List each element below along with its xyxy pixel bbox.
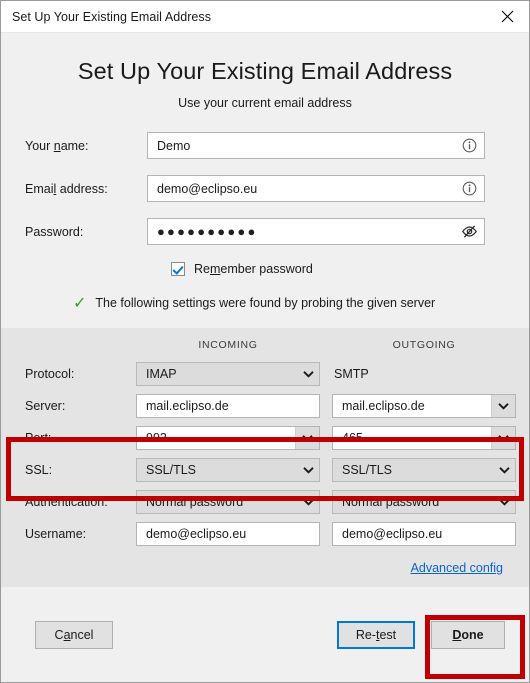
username-outgoing-input[interactable]: demo@eclipso.eu (332, 522, 516, 546)
ssl-incoming-select[interactable]: SSL/TLS (136, 458, 320, 482)
incoming-column-header: INCOMING (198, 339, 258, 351)
page-title: Set Up Your Existing Email Address (77, 58, 453, 84)
protocol-incoming-value: IMAP (146, 367, 177, 381)
your-name-row: Your name: Demo (1, 132, 529, 159)
authentication-outgoing-value: Normal password (342, 495, 440, 509)
chevron-down-icon (297, 370, 319, 378)
server-incoming-value: mail.eclipso.de (146, 399, 229, 413)
settings-column-headers: INCOMING OUTGOING (1, 335, 529, 355)
protocol-outgoing-value: SMTP (334, 367, 369, 381)
probe-status-text: The following settings were found by pro… (95, 296, 436, 310)
server-row: Server: mail.eclipso.de mail.eclipso.de (1, 393, 529, 419)
remember-password-label: Remember password (194, 262, 313, 276)
email-address-row: Email address: demo@eclipso.eu (1, 175, 529, 202)
port-outgoing-value: 465 (342, 431, 363, 445)
email-address-label: Email address: (25, 181, 108, 196)
server-label: Server: (25, 399, 66, 413)
password-label: Password: (25, 224, 84, 239)
port-label: Port: (25, 431, 52, 445)
server-incoming-cell: mail.eclipso.de (136, 394, 320, 418)
done-button[interactable]: Done (431, 620, 505, 649)
server-settings-panel: INCOMING OUTGOING Protocol: IMAP SMTP Se… (1, 328, 529, 587)
password-input[interactable]: ●●●●●●●●●● (147, 218, 485, 245)
username-incoming-cell: demo@eclipso.eu (136, 522, 320, 546)
remember-password-checkbox[interactable] (171, 262, 185, 276)
email-address-value: demo@eclipso.eu (157, 181, 258, 196)
authentication-incoming-cell: Normal password (136, 490, 320, 514)
authentication-label: Authentication: (25, 495, 108, 509)
ssl-row: SSL: SSL/TLS SSL/TLS (1, 457, 529, 483)
authentication-outgoing-select[interactable]: Normal password (332, 490, 516, 514)
authentication-incoming-value: Normal password (146, 495, 244, 509)
chevron-down-icon[interactable] (491, 427, 515, 449)
server-outgoing-combobox[interactable]: mail.eclipso.de (332, 394, 516, 418)
ssl-incoming-value: SSL/TLS (146, 463, 197, 477)
password-row: Password: ●●●●●●●●●● (1, 218, 529, 245)
remember-password-row[interactable]: Remember password (1, 259, 529, 279)
email-setup-dialog: Set Up Your Existing Email Address Set U… (0, 0, 530, 683)
protocol-row: Protocol: IMAP SMTP (1, 361, 529, 387)
your-name-input[interactable]: Demo (147, 132, 485, 159)
server-outgoing-cell: mail.eclipso.de (332, 394, 516, 418)
username-outgoing-value: demo@eclipso.eu (342, 527, 443, 541)
port-outgoing-cell: 465 (332, 426, 516, 450)
page-subtitle: Use your current email address (178, 96, 352, 110)
authentication-outgoing-cell: Normal password (332, 490, 516, 514)
your-name-label: Your name: (25, 138, 89, 153)
protocol-incoming-select[interactable]: IMAP (136, 362, 320, 386)
chevron-down-icon[interactable] (491, 395, 515, 417)
protocol-label: Protocol: (25, 367, 75, 381)
probe-status-row: ✓ The following settings were found by p… (1, 293, 529, 313)
port-incoming-combobox[interactable]: 993 (136, 426, 320, 450)
server-incoming-input[interactable]: mail.eclipso.de (136, 394, 320, 418)
advanced-config-row: Advanced config (1, 559, 529, 577)
protocol-outgoing-cell: SMTP (332, 362, 516, 386)
your-name-value: Demo (157, 138, 191, 153)
username-incoming-value: demo@eclipso.eu (146, 527, 247, 541)
ssl-label: SSL: (25, 463, 53, 477)
chevron-down-icon (297, 466, 319, 474)
port-incoming-cell: 993 (136, 426, 320, 450)
ssl-outgoing-cell: SSL/TLS (332, 458, 516, 482)
server-outgoing-value: mail.eclipso.de (342, 399, 425, 413)
authentication-incoming-select[interactable]: Normal password (136, 490, 320, 514)
eye-slash-icon[interactable] (454, 224, 484, 239)
username-row: Username: demo@eclipso.eu demo@eclipso.e… (1, 521, 529, 547)
chevron-down-icon (493, 466, 515, 474)
chevron-down-icon (493, 498, 515, 506)
info-icon[interactable] (454, 138, 484, 153)
close-icon[interactable] (485, 2, 529, 32)
cancel-button[interactable]: Ca ncel (35, 620, 113, 649)
port-row: Port: 993 465 (1, 425, 529, 451)
password-value: ●●●●●●●●●● (157, 224, 258, 239)
chevron-down-icon (297, 498, 319, 506)
email-address-input[interactable]: demo@eclipso.eu (147, 175, 485, 202)
username-outgoing-cell: demo@eclipso.eu (332, 522, 516, 546)
green-check-icon: ✓ (73, 293, 87, 312)
window-title: Set Up Your Existing Email Address (12, 9, 212, 24)
protocol-incoming-cell: IMAP (136, 362, 320, 386)
username-label: Username: (25, 527, 87, 541)
ssl-outgoing-value: SSL/TLS (342, 463, 393, 477)
retest-button[interactable]: Re-t est (337, 620, 415, 649)
dialog-footer: Ca ncel Re-t est Done (1, 587, 529, 682)
username-incoming-input[interactable]: demo@eclipso.eu (136, 522, 320, 546)
port-incoming-value: 993 (146, 431, 167, 445)
outgoing-column-header: OUTGOING (392, 339, 456, 351)
dialog-header: Set Up Your Existing Email Address Use y… (1, 33, 529, 110)
advanced-config-link[interactable]: Advanced config (411, 561, 503, 575)
ssl-incoming-cell: SSL/TLS (136, 458, 320, 482)
authentication-row: Authentication: Normal password Normal p… (1, 489, 529, 515)
ssl-outgoing-select[interactable]: SSL/TLS (332, 458, 516, 482)
port-outgoing-combobox[interactable]: 465 (332, 426, 516, 450)
info-icon[interactable] (454, 181, 484, 196)
chevron-down-icon[interactable] (295, 427, 319, 449)
title-bar: Set Up Your Existing Email Address (1, 1, 529, 33)
account-form: Your name: Demo Email address: demo@ecli… (1, 110, 529, 328)
